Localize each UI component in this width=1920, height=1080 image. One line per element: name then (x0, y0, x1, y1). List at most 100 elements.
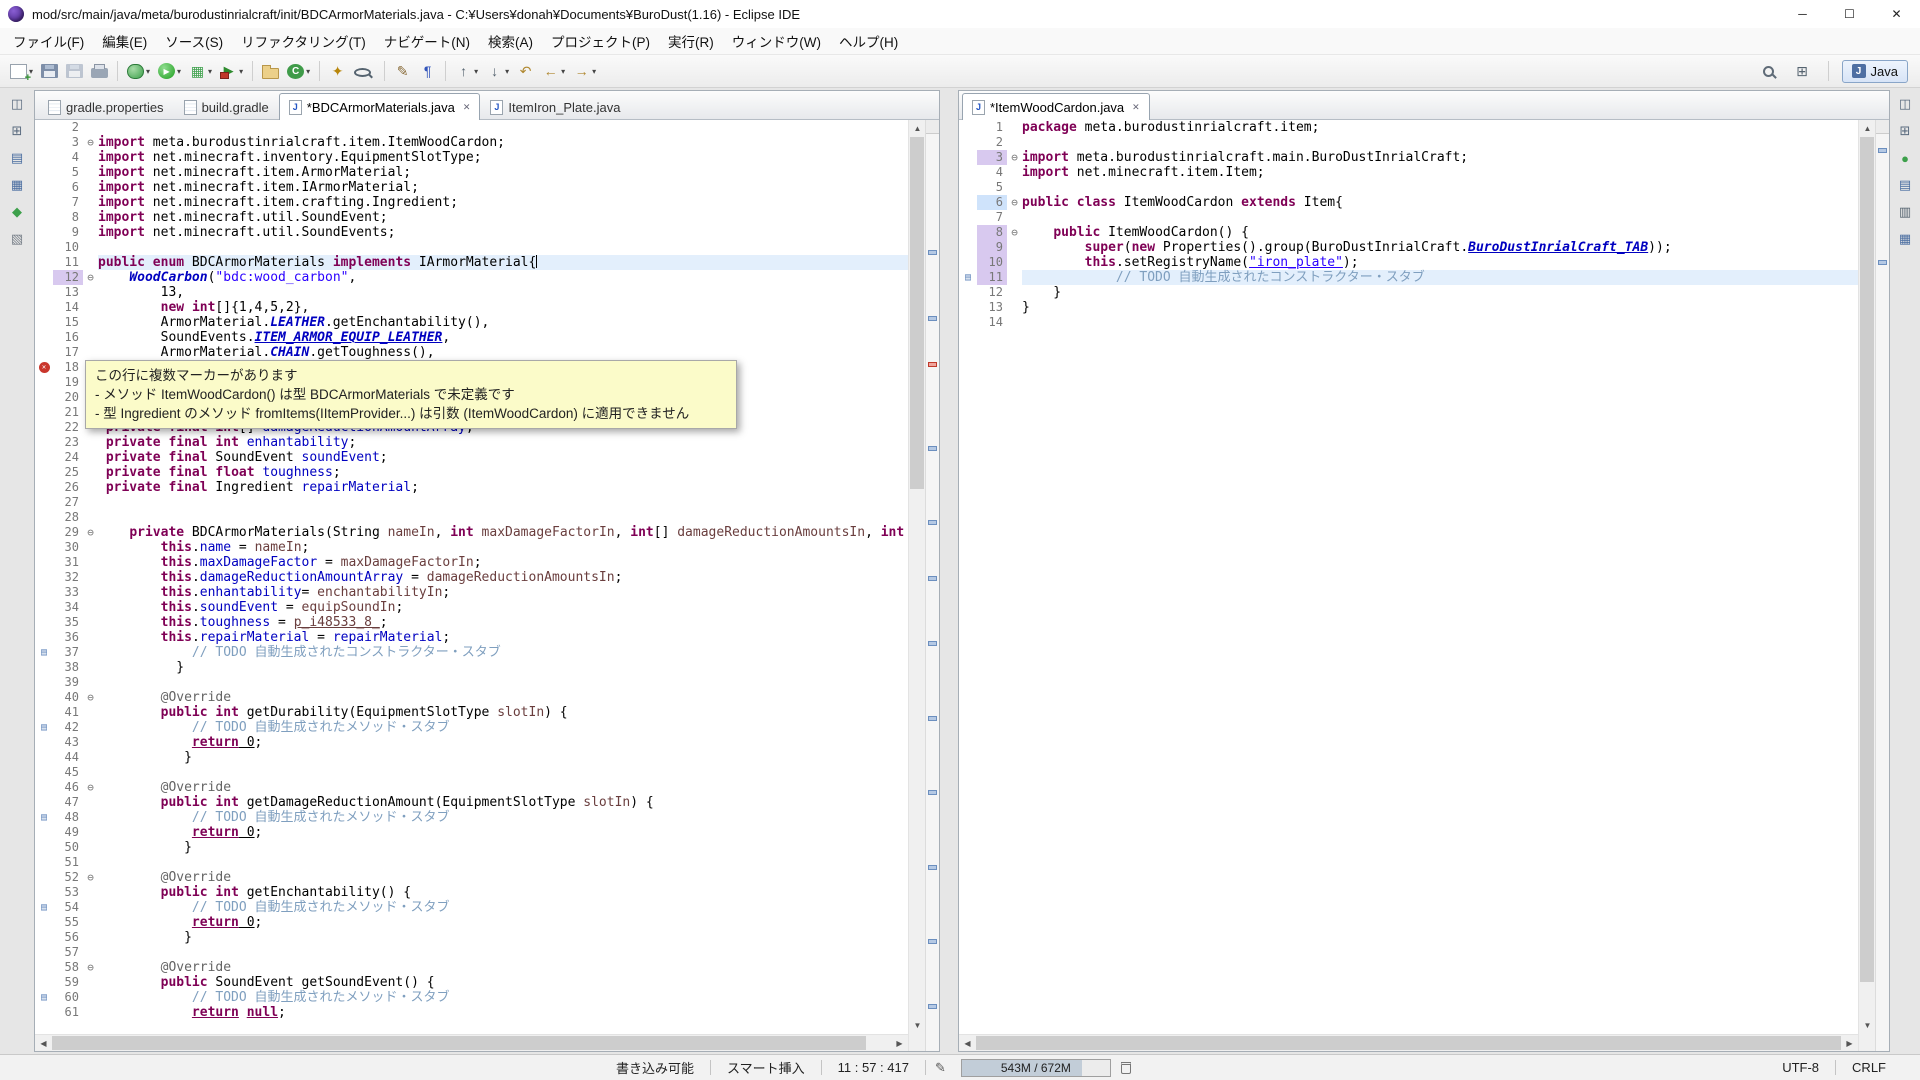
problems-shortcut[interactable]: ▥ (1894, 203, 1916, 221)
overview-ruler[interactable] (1875, 120, 1889, 1051)
code-line-text[interactable]: public int getDurability(EquipmentSlotTy… (98, 705, 908, 720)
heap-status-gauge[interactable]: 543M / 672M (961, 1059, 1111, 1077)
editor-tab[interactable]: build.gradle (174, 93, 279, 120)
dropdown-arrow-icon[interactable]: ▾ (146, 67, 150, 76)
overview-marker-blue[interactable] (928, 641, 937, 646)
restore-minimized-views[interactable]: ◫ (6, 95, 28, 113)
scroll-left-button[interactable]: ◀ (35, 1035, 52, 1052)
code-line-text[interactable]: // TODO 自動生成されたメソッド・スタブ (98, 720, 908, 735)
dropdown-arrow-icon[interactable]: ▾ (177, 67, 181, 76)
code-line-text[interactable]: } (98, 660, 908, 675)
code-line-text[interactable]: super(new Properties().group(BuroDustInr… (1022, 240, 1858, 255)
scroll-left-button[interactable]: ◀ (959, 1035, 976, 1052)
overview-marker-blue[interactable] (928, 250, 937, 255)
navigator-shortcut[interactable]: ▧ (6, 230, 28, 248)
dropdown-arrow-icon[interactable]: ▾ (561, 67, 565, 76)
code-line-text[interactable]: this.damageReductionAmountArray = damage… (98, 570, 908, 585)
code-line-text[interactable]: new int[]{1,4,5,2}, (98, 300, 908, 315)
fold-toggle-icon[interactable]: ⊖ (1011, 226, 1018, 239)
overview-marker-blue[interactable] (928, 576, 937, 581)
overview-marker-blue[interactable] (928, 520, 937, 525)
overview-marker-blue[interactable] (1878, 148, 1887, 153)
code-line-text[interactable]: this.maxDamageFactor = maxDamageFactorIn… (98, 555, 908, 570)
code-line-text[interactable]: ArmorMaterial.CHAIN.getToughness(), (98, 345, 908, 360)
menu-item[interactable]: ナビゲート(N) (375, 28, 479, 54)
editor-tab[interactable]: J*BDCArmorMaterials.java✕ (279, 93, 481, 120)
last-edit-location-button[interactable]: ↶ (514, 58, 537, 84)
overview-marker-blue[interactable] (928, 790, 937, 795)
minimize-button[interactable]: ─ (1779, 0, 1826, 28)
code-line-text[interactable]: this.name = nameIn; (98, 540, 908, 555)
dropdown-arrow-icon[interactable]: ▾ (592, 67, 596, 76)
fold-toggle-icon[interactable]: ⊖ (87, 781, 94, 794)
code-line-text[interactable]: } (98, 840, 908, 855)
code-line-text[interactable]: import meta.burodustinrialcraft.main.Bur… (1022, 150, 1858, 165)
overview-ruler[interactable] (925, 120, 939, 1051)
menu-item[interactable]: ヘルプ(H) (830, 28, 907, 54)
code-line-text[interactable]: return 0; (98, 825, 908, 840)
code-line-text[interactable]: ArmorMaterial.LEATHER.getEnchantability(… (98, 315, 908, 330)
run-garbage-collector-icon[interactable] (1121, 1062, 1131, 1074)
close-button[interactable]: ✕ (1873, 0, 1920, 28)
code-line-text[interactable]: public SoundEvent getSoundEvent() { (98, 975, 908, 990)
code-line-text[interactable]: import net.minecraft.item.ArmorMaterial; (98, 165, 908, 180)
code-line-text[interactable]: WoodCarbon("bdc:wood_carbon", (98, 270, 908, 285)
code-line-text[interactable]: SoundEvents.ITEM_ARMOR_EQUIP_LEATHER, (98, 330, 908, 345)
scroll-up-button[interactable]: ▲ (909, 120, 926, 137)
code-line-text[interactable] (98, 510, 908, 525)
fold-toggle-icon[interactable]: ⊖ (1011, 196, 1018, 209)
dropdown-arrow-icon[interactable]: ▾ (474, 67, 478, 76)
code-line-text[interactable]: } (98, 750, 908, 765)
scroll-right-button[interactable]: ▶ (891, 1035, 908, 1052)
menu-item[interactable]: 実行(R) (659, 28, 723, 54)
code-line-text[interactable] (98, 240, 908, 255)
fold-toggle-icon[interactable]: ⊖ (87, 961, 94, 974)
task-marker-icon[interactable]: ▤ (41, 812, 47, 824)
editor-tab[interactable]: JItemIron_Plate.java (480, 93, 630, 120)
fold-toggle-icon[interactable]: ⊖ (87, 271, 94, 284)
code-line-text[interactable]: } (1022, 300, 1858, 315)
menu-item[interactable]: プロジェクト(P) (542, 28, 659, 54)
code-line-text[interactable]: import net.minecraft.item.crafting.Ingre… (98, 195, 908, 210)
overview-marker-red[interactable] (928, 362, 937, 367)
code-line-text[interactable]: } (98, 930, 908, 945)
run-button[interactable]: ▶▾ (155, 58, 184, 84)
fold-toggle-icon[interactable]: ⊖ (1011, 151, 1018, 164)
code-line-text[interactable]: package meta.burodustinrialcraft.item; (1022, 120, 1858, 135)
scroll-up-button[interactable]: ▲ (1859, 120, 1876, 137)
code-line-text[interactable] (98, 675, 908, 690)
java-search-button[interactable]: ✦ (326, 58, 349, 84)
code-line-text[interactable]: import net.minecraft.util.SoundEvents; (98, 225, 908, 240)
fold-toggle-icon[interactable]: ⊖ (87, 691, 94, 704)
debug-button[interactable]: ▾ (124, 58, 153, 84)
dropdown-arrow-icon[interactable]: ▾ (239, 67, 243, 76)
editor-tab[interactable]: gradle.properties (38, 93, 174, 120)
code-line-text[interactable]: // TODO 自動生成されたメソッド・スタブ (98, 900, 908, 915)
new-wizard-button[interactable]: ▾ (7, 58, 36, 84)
vertical-scrollbar-thumb[interactable] (1860, 137, 1874, 982)
editor-tab[interactable]: J*ItemWoodCardon.java✕ (962, 93, 1150, 120)
code-line-text[interactable]: import net.minecraft.util.SoundEvent; (98, 210, 908, 225)
code-line-text[interactable]: import net.minecraft.item.Item; (1022, 165, 1858, 180)
menu-item[interactable]: ソース(S) (156, 28, 232, 54)
horizontal-scrollbar[interactable]: ◀▶ (35, 1034, 908, 1051)
outline-shortcut[interactable]: ▤ (1894, 176, 1916, 194)
code-line-text[interactable]: public ItemWoodCardon() { (1022, 225, 1858, 240)
scroll-down-button[interactable]: ▼ (1859, 1017, 1876, 1034)
code-line-text[interactable]: return null; (98, 1005, 908, 1020)
code-line-text[interactable]: private final Ingredient repairMaterial; (98, 480, 908, 495)
menu-item[interactable]: ファイル(F) (4, 28, 93, 54)
code-line-text[interactable]: } (1022, 285, 1858, 300)
save-button[interactable] (38, 58, 61, 84)
menu-item[interactable]: 検索(A) (479, 28, 542, 54)
console-shortcut[interactable]: ● (1894, 149, 1916, 167)
open-perspective-button[interactable]: ⊞ (1791, 58, 1814, 84)
run-external-tools-button[interactable]: ▶▾ (217, 58, 246, 84)
dropdown-arrow-icon[interactable]: ▾ (306, 67, 310, 76)
task-marker-icon[interactable]: ▤ (41, 902, 47, 914)
new-java-class-button[interactable]: C▾ (284, 58, 313, 84)
code-line-text[interactable]: return 0; (98, 735, 908, 750)
task-marker-icon[interactable]: ▤ (965, 272, 971, 284)
code-line-text[interactable]: this.soundEvent = equipSoundIn; (98, 600, 908, 615)
code-line-text[interactable] (98, 855, 908, 870)
